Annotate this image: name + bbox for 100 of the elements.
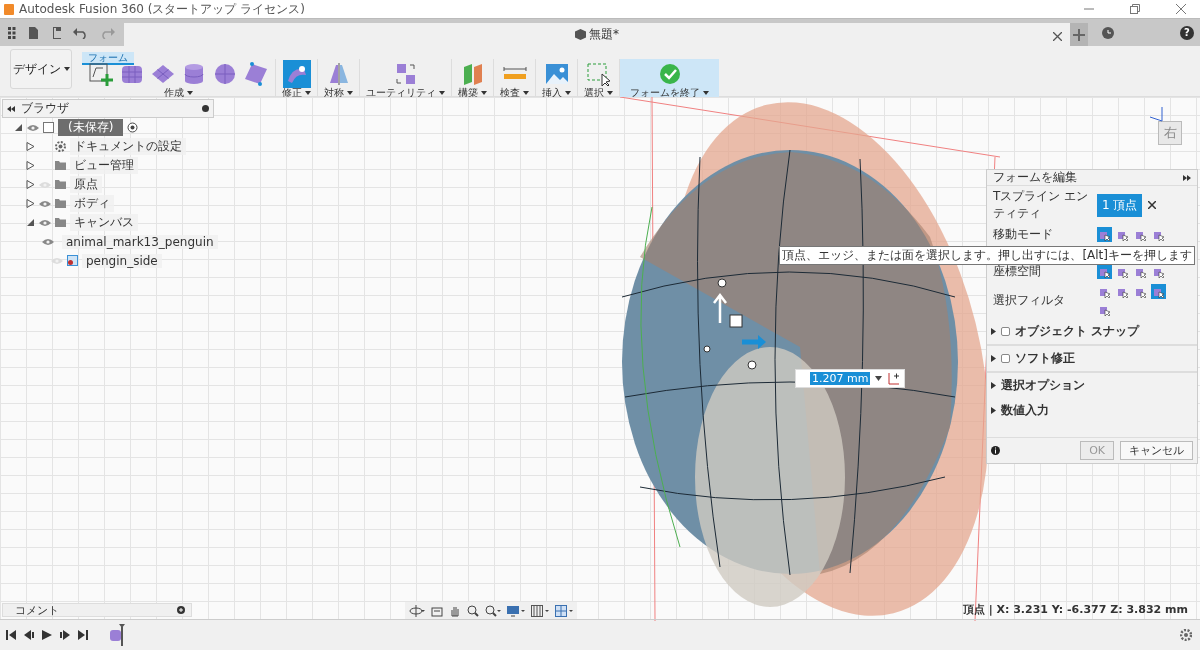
save-icon[interactable] [52,26,62,39]
zoom-window-icon[interactable] [485,605,501,617]
panel-title: ブラウザ [21,100,69,117]
caret-icon[interactable] [703,91,709,95]
option-toggle[interactable] [1097,227,1112,242]
apps-grid-icon[interactable] [8,26,17,39]
close-icon[interactable] [1053,32,1062,41]
tree-item[interactable]: pengin_side [82,253,162,268]
status-text: 頂点 | X: 3.231 Y: -6.377 Z: 3.832 mm [962,602,1188,617]
workspace-button[interactable]: デザイン [10,49,72,89]
sketch-icon[interactable] [88,61,114,87]
pan-hand-icon[interactable] [449,605,461,617]
caret-icon[interactable] [607,91,613,95]
expand-arrow-icon[interactable] [991,382,996,389]
toolbar-group-label[interactable]: 挿入 [542,86,562,100]
eye-icon[interactable] [39,199,51,208]
collapse-icon[interactable] [7,105,15,112]
expand-arrow-icon[interactable] [991,355,996,362]
expand-arrow-icon[interactable] [991,407,996,414]
select-icon[interactable] [585,61,612,87]
option-toggle[interactable] [1151,284,1166,299]
caret-icon[interactable] [565,91,571,95]
cancel-button[interactable]: キャンセル [1120,441,1193,460]
radio-icon[interactable] [127,122,139,133]
toolbar-group-label[interactable]: 対称 [324,86,344,100]
clock-icon[interactable] [1102,26,1114,39]
tree-item[interactable]: ドキュメントの設定 [70,138,186,155]
input-value: 1.207 mm [810,372,871,385]
field-label: 選択フィルタ [993,292,1066,309]
edit-form-icon[interactable] [283,61,310,87]
expand-icon[interactable] [1183,174,1191,181]
eye-icon[interactable] [42,237,54,246]
caret-icon[interactable] [187,91,193,95]
orbit-icon[interactable] [409,604,425,618]
caret-icon[interactable] [523,91,529,95]
checkbox[interactable] [1001,354,1010,363]
section-header[interactable]: オブジェクト スナップ [1015,323,1140,340]
toolbar-group-label[interactable]: 選択 [584,86,604,100]
next-step-icon[interactable] [60,630,70,640]
eye-icon[interactable] [27,123,39,132]
caret-icon[interactable] [305,91,311,95]
axes-icon[interactable] [887,372,901,385]
tree-item[interactable]: 原点 [70,176,102,193]
collapsed-arrow-icon[interactable] [26,199,35,208]
dimension-input[interactable]: 1.207 mm [795,369,906,388]
last-frame-icon[interactable] [78,630,88,640]
toolbar-group-label[interactable]: ユーティリティ [366,86,436,100]
file-icon[interactable] [28,26,41,39]
panel-title: フォームを編集 [993,169,1077,186]
display-icon[interactable] [507,605,525,617]
tree-item[interactable]: キャンバス [70,214,138,231]
tree-item[interactable]: (未保存) [58,119,124,136]
checkbox[interactable] [1001,327,1010,336]
toolbar-group-label[interactable]: 検査 [500,86,520,100]
collapsed-arrow-icon[interactable] [26,142,35,151]
folder-icon [55,218,66,227]
toolbar-group-label[interactable]: 構築 [458,86,478,100]
restore-icon[interactable] [1130,4,1140,14]
toolbar-group-label[interactable]: 作成 [164,86,184,100]
section-header[interactable]: ソフト修正 [1015,350,1075,367]
toolbar-tab[interactable]: フォーム [82,52,134,65]
collapsed-arrow-icon[interactable] [26,180,35,189]
caret-icon[interactable] [481,91,487,95]
caret-icon[interactable] [439,91,445,95]
document-tab[interactable]: 無題* [124,23,1070,46]
caret-icon[interactable] [347,91,353,95]
grid-icon[interactable] [531,605,549,617]
sphere-icon[interactable] [212,61,238,87]
close-icon[interactable] [1176,4,1186,14]
field-label: 移動モード [993,226,1054,243]
tree-item[interactable]: ビュー管理 [70,157,138,174]
caret-icon[interactable] [63,67,70,71]
clear-icon[interactable] [1148,201,1157,209]
first-frame-icon[interactable] [6,630,16,640]
viewports-icon[interactable] [555,605,573,617]
zoom-icon[interactable] [467,605,479,617]
dropdown-arrow-icon[interactable] [875,376,883,381]
undo-icon[interactable] [73,26,89,39]
play-icon[interactable] [42,630,52,640]
toolbar-group-label[interactable]: 修正 [282,86,302,100]
previous-step-icon[interactable] [24,630,34,640]
add-comment-icon[interactable] [177,606,185,614]
selection-chip[interactable]: 1 頂点 [1097,193,1143,217]
collapsed-arrow-icon[interactable] [26,161,35,170]
info-icon[interactable] [991,446,1000,455]
section-header[interactable]: 数値入力 [1001,402,1049,419]
section-header[interactable]: 選択オプション [1001,377,1085,394]
expand-arrow-icon[interactable] [991,328,996,335]
tree-item[interactable]: ボディ [70,195,114,212]
tree-item[interactable]: animal_mark13_penguin [62,234,218,249]
pin-icon[interactable] [202,105,209,112]
quadball-icon[interactable] [243,61,269,87]
expanded-arrow-icon[interactable] [26,218,35,227]
new-tab-button[interactable] [1070,22,1088,47]
eye-icon[interactable] [39,218,51,227]
folder-icon [55,199,66,208]
expanded-arrow-icon[interactable] [14,123,23,132]
look-at-icon[interactable] [431,605,443,617]
settings-icon[interactable] [1180,629,1192,641]
help-button[interactable]: ? [1180,25,1194,40]
